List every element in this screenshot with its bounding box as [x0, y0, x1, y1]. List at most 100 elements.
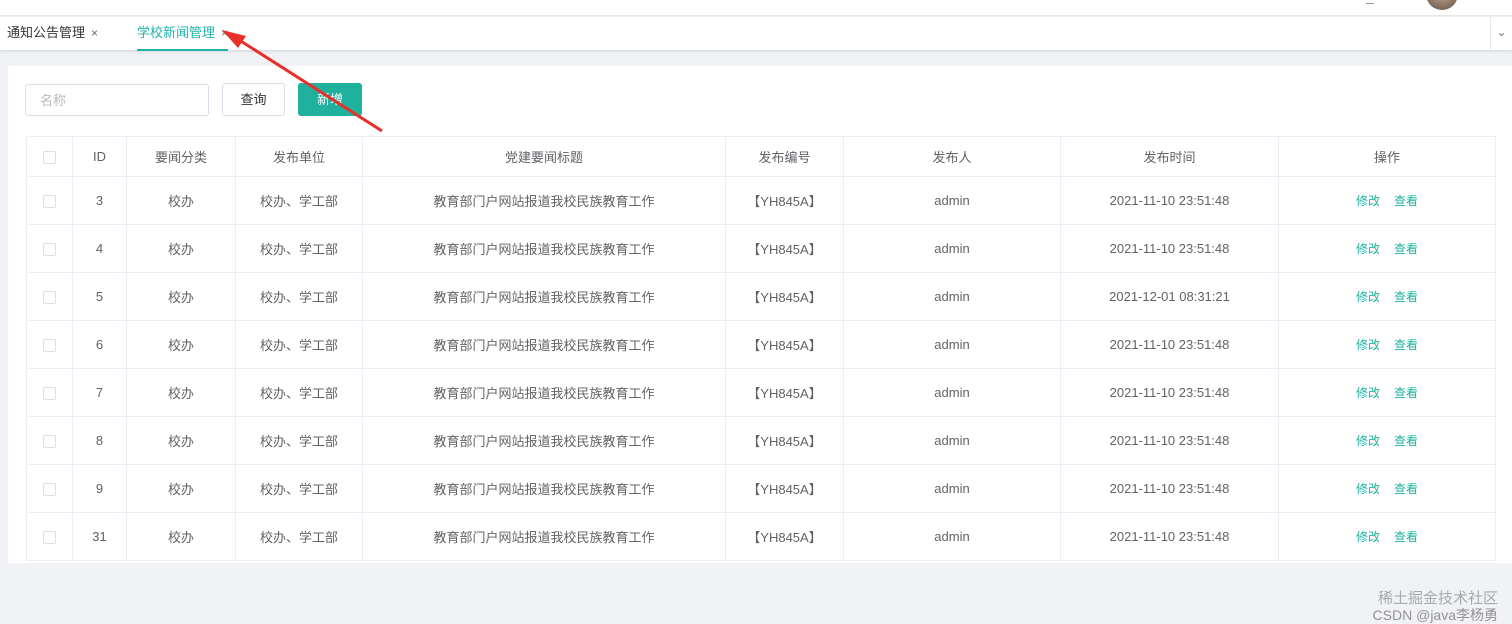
cell-id: 4 — [72, 224, 127, 273]
edit-link[interactable]: 修改 — [1356, 338, 1380, 352]
cell-time: 2021-11-10 23:51:48 — [1060, 464, 1279, 513]
cell-category: 校办 — [126, 320, 236, 369]
view-link[interactable]: 查看 — [1394, 194, 1418, 208]
cell-time: 2021-11-10 23:51:48 — [1060, 368, 1279, 417]
cell-time: 2021-11-10 23:51:48 — [1060, 224, 1279, 273]
user-dropdown-icon[interactable] — [1366, 0, 1374, 4]
cell-publisher: admin — [843, 512, 1061, 561]
cell-category: 校办 — [126, 464, 236, 513]
view-link[interactable]: 查看 — [1394, 434, 1418, 448]
table-row: 4 校办 校办、学工部 教育部门户网站报道我校民族教育工作 【YH845A】 admin 2… — [26, 224, 1496, 273]
cell-unit: 校办、学工部 — [235, 272, 363, 321]
cell-unit: 校办、学工部 — [235, 176, 363, 225]
cell-category: 校办 — [126, 368, 236, 417]
avatar[interactable] — [1426, 0, 1458, 10]
cell-code: 【YH845A】 — [725, 368, 844, 417]
cell-time: 2021-11-10 23:51:48 — [1060, 512, 1279, 561]
edit-link[interactable]: 修改 — [1356, 386, 1380, 400]
column-header-actions: 操作 — [1278, 136, 1496, 177]
cell-publisher: admin — [843, 272, 1061, 321]
view-link[interactable]: 查看 — [1394, 482, 1418, 496]
edit-link[interactable]: 修改 — [1356, 530, 1380, 544]
table-row: 31 校办 校办、学工部 教育部门户网站报道我校民族教育工作 【YH845A】 admin… — [26, 512, 1496, 561]
row-checkbox[interactable] — [43, 339, 56, 353]
tab-school-news-management[interactable]: 学校新闻管理 × — [137, 17, 229, 51]
cell-time: 2021-11-10 23:51:48 — [1060, 176, 1279, 225]
view-link[interactable]: 查看 — [1394, 338, 1418, 352]
cell-title: 教育部门户网站报道我校民族教育工作 — [362, 512, 726, 561]
close-icon[interactable]: × — [221, 17, 228, 49]
row-checkbox[interactable] — [43, 483, 56, 497]
cell-publisher: admin — [843, 320, 1061, 369]
tab-more-button[interactable]: ⌄ — [1490, 17, 1512, 51]
main-content: 查询 新增 ID 要闻分类 发布单位 党建要闻标题 发布编号 发布人 发布时间 … — [8, 66, 1512, 623]
news-table: ID 要闻分类 发布单位 党建要闻标题 发布编号 发布人 发布时间 操作 3 校办… — [26, 136, 1496, 561]
table-row: 8 校办 校办、学工部 教育部门户网站报道我校民族教育工作 【YH845A】 admin 2… — [26, 416, 1496, 465]
tab-label: 学校新闻管理 — [137, 25, 216, 40]
cell-title: 教育部门户网站报道我校民族教育工作 — [362, 464, 726, 513]
query-button[interactable]: 查询 — [222, 83, 285, 116]
cell-id: 5 — [72, 272, 127, 321]
column-header-title: 党建要闻标题 — [362, 136, 726, 177]
search-input[interactable] — [25, 84, 209, 116]
edit-link[interactable]: 修改 — [1356, 194, 1380, 208]
cell-time: 2021-11-10 23:51:48 — [1060, 320, 1279, 369]
row-checkbox-cell — [26, 368, 73, 417]
cell-code: 【YH845A】 — [725, 224, 844, 273]
cell-actions: 修改 查看 — [1278, 272, 1496, 321]
cell-code: 【YH845A】 — [725, 176, 844, 225]
column-header-category: 要闻分类 — [126, 136, 236, 177]
cell-unit: 校办、学工部 — [235, 512, 363, 561]
edit-link[interactable]: 修改 — [1356, 290, 1380, 304]
table-header-row: ID 要闻分类 发布单位 党建要闻标题 发布编号 发布人 发布时间 操作 — [26, 136, 1496, 177]
cell-id: 6 — [72, 320, 127, 369]
cell-code: 【YH845A】 — [725, 512, 844, 561]
cell-title: 教育部门户网站报道我校民族教育工作 — [362, 416, 726, 465]
chevron-down-icon: ⌄ — [1496, 25, 1507, 39]
row-checkbox[interactable] — [43, 387, 56, 401]
top-header — [0, 0, 1512, 16]
view-link[interactable]: 查看 — [1394, 386, 1418, 400]
cell-publisher: admin — [843, 224, 1061, 273]
tab-notice-management[interactable]: 通知公告管理 × — [7, 17, 98, 51]
cell-title: 教育部门户网站报道我校民族教育工作 — [362, 368, 726, 417]
select-all-checkbox-cell — [26, 136, 73, 177]
row-checkbox[interactable] — [43, 243, 56, 257]
cell-id: 31 — [72, 512, 127, 561]
cell-category: 校办 — [126, 416, 236, 465]
cell-code: 【YH845A】 — [725, 320, 844, 369]
cell-actions: 修改 查看 — [1278, 368, 1496, 417]
cell-unit: 校办、学工部 — [235, 368, 363, 417]
cell-time: 2021-11-10 23:51:48 — [1060, 416, 1279, 465]
edit-link[interactable]: 修改 — [1356, 434, 1380, 448]
cell-unit: 校办、学工部 — [235, 224, 363, 273]
cell-unit: 校办、学工部 — [235, 416, 363, 465]
row-checkbox[interactable] — [43, 531, 56, 545]
view-link[interactable]: 查看 — [1394, 530, 1418, 544]
cell-publisher: admin — [843, 416, 1061, 465]
cell-actions: 修改 查看 — [1278, 512, 1496, 561]
edit-link[interactable]: 修改 — [1356, 482, 1380, 496]
row-checkbox[interactable] — [43, 291, 56, 305]
row-checkbox[interactable] — [43, 435, 56, 449]
cell-category: 校办 — [126, 176, 236, 225]
add-button[interactable]: 新增 — [298, 83, 362, 116]
cell-actions: 修改 查看 — [1278, 464, 1496, 513]
edit-link[interactable]: 修改 — [1356, 242, 1380, 256]
view-link[interactable]: 查看 — [1394, 290, 1418, 304]
close-icon[interactable]: × — [91, 17, 98, 49]
cell-publisher: admin — [843, 464, 1061, 513]
cell-actions: 修改 查看 — [1278, 176, 1496, 225]
select-all-checkbox[interactable] — [43, 151, 56, 165]
view-link[interactable]: 查看 — [1394, 242, 1418, 256]
cell-code: 【YH845A】 — [725, 272, 844, 321]
watermark-line-2: CSDN @java李杨勇 — [1372, 607, 1498, 623]
cell-publisher: admin — [843, 176, 1061, 225]
row-checkbox-cell — [26, 464, 73, 513]
cell-id: 3 — [72, 176, 127, 225]
row-checkbox[interactable] — [43, 195, 56, 209]
cell-code: 【YH845A】 — [725, 464, 844, 513]
cell-title: 教育部门户网站报道我校民族教育工作 — [362, 320, 726, 369]
column-header-unit: 发布单位 — [235, 136, 363, 177]
cell-id: 7 — [72, 368, 127, 417]
